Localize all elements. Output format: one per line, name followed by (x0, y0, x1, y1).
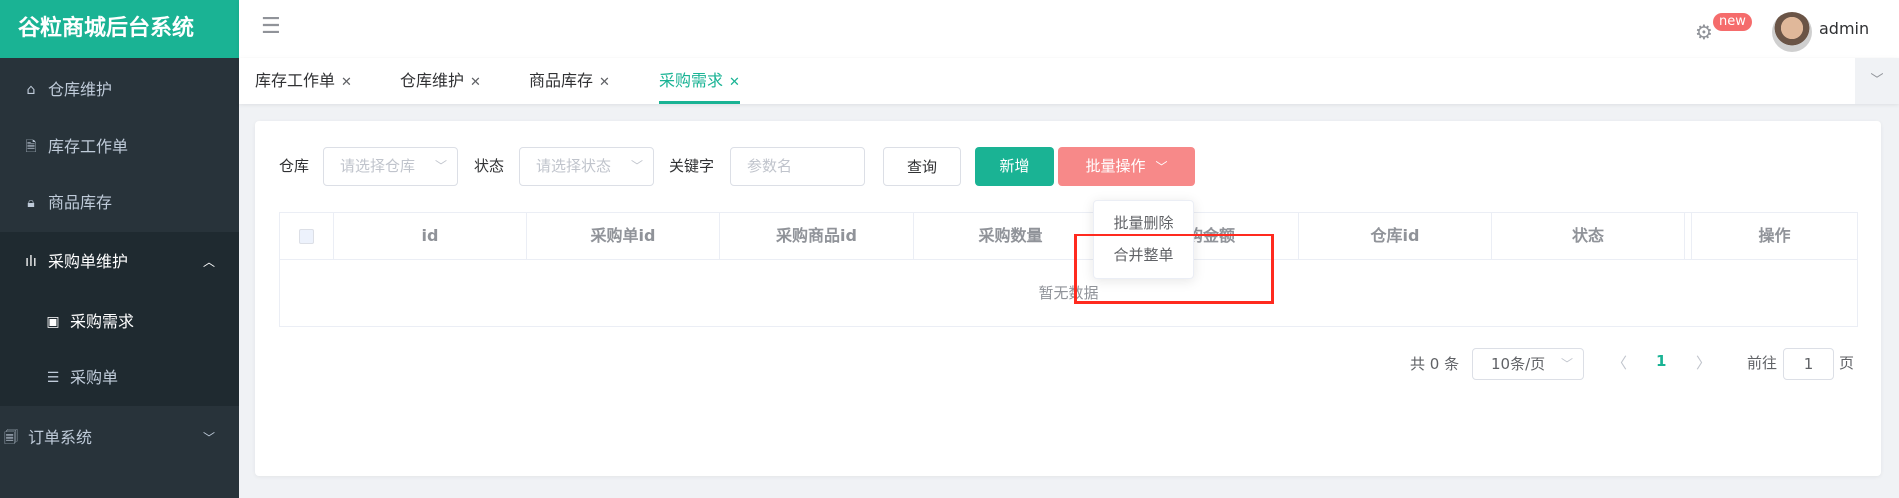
avatar[interactable] (1772, 12, 1812, 52)
top-header: ☰ ⚙ new admin (239, 0, 1899, 58)
order-icon: 🗐 (4, 430, 18, 446)
gear-icon[interactable]: ⚙ (1695, 20, 1713, 44)
column-header[interactable]: 状态 (1492, 212, 1685, 259)
empty-text: 暂无数据 (1038, 284, 1099, 302)
page-size-select[interactable]: 10条/页 ﹀ (1472, 348, 1584, 380)
batch-actions-button[interactable]: 批量操作 ﹀ (1058, 147, 1195, 186)
sidebar-item-orders[interactable]: 🗐 订单系统 ﹀ (0, 418, 239, 458)
sidebar-label: 库存工作单 (48, 137, 129, 156)
tab-stock-task[interactable]: 库存工作单 ✕ (255, 58, 352, 104)
tab-purchase-demand[interactable]: 采购需求 ✕ (659, 58, 740, 104)
column-header[interactable]: 采购商品id (720, 212, 914, 259)
pagination-total: 共 0 条 (1410, 355, 1460, 373)
sidebar-label: 仓库维护 (48, 80, 113, 99)
warehouse-select[interactable]: 请选择仓库 ﹀ (323, 147, 458, 186)
new-badge: new (1713, 13, 1752, 31)
column-header[interactable]: 操作 (1691, 212, 1858, 259)
sidebar-item-sku-stock[interactable]: 🔒︎ 商品库存 (0, 183, 239, 223)
chevron-up-icon: ︿ (202, 255, 215, 269)
goto-page-input[interactable]: 1 (1783, 348, 1834, 380)
warehouse-label: 仓库 (279, 157, 310, 175)
chevron-down-icon: ﹀ (1560, 357, 1573, 371)
column-header[interactable]: 仓库id (1299, 212, 1492, 259)
sidebar-item-purchase-order[interactable]: ☰ 采购单 (0, 358, 239, 398)
hamburger-icon[interactable]: ☰ (261, 14, 281, 39)
goto-label: 前往 (1747, 354, 1778, 372)
tab-label: 库存工作单 (255, 71, 336, 90)
select-all-cell (279, 212, 334, 259)
username[interactable]: admin (1819, 19, 1869, 38)
placeholder: 请选择仓库 (340, 157, 416, 175)
prev-page-icon[interactable]: 〈 (1612, 352, 1627, 373)
select-all-checkbox[interactable] (298, 229, 314, 244)
sidebar-item-purchase[interactable]: ılı 采购单维护 ︿ (0, 242, 239, 282)
chevron-down-icon: ﹀ (434, 159, 447, 173)
chevron-down-icon: ﹀ (202, 431, 215, 445)
lock-icon: 🔒︎ (27, 195, 35, 211)
close-icon[interactable]: ✕ (729, 75, 740, 90)
sidebar: 谷粒商城后台系统 ⌂ 仓库维护 🗎 库存工作单 🔒︎ 商品库存 ılı 采购单维护 ︿ ▣… (0, 0, 239, 498)
window-icon: ▣ (46, 314, 60, 330)
sidebar-item-warehouse[interactable]: ⌂ 仓库维护 (0, 70, 239, 110)
tab-sku-stock[interactable]: 商品库存 ✕ (529, 58, 610, 104)
app-logo-title: 谷粒商城后台系统 (0, 0, 239, 58)
close-icon[interactable]: ✕ (341, 75, 352, 90)
status-label: 状态 (474, 157, 505, 175)
placeholder: 请选择状态 (536, 157, 612, 175)
tab-label: 商品库存 (529, 71, 594, 90)
tab-label: 采购需求 (659, 71, 724, 90)
add-button[interactable]: 新增 (975, 147, 1054, 186)
batch-label: 批量操作 (1085, 157, 1146, 175)
sidebar-item-stock-task[interactable]: 🗎 库存工作单 (0, 127, 239, 167)
sidebar-label: 采购单维护 (48, 252, 129, 271)
next-page-icon[interactable]: 〉 (1696, 352, 1711, 373)
sidebar-label: 订单系统 (28, 428, 93, 447)
sidebar-label: 商品库存 (48, 193, 113, 212)
tab-warehouse[interactable]: 仓库维护 ✕ (400, 58, 481, 104)
chart-icon: ılı (25, 254, 37, 270)
sidebar-label: 采购单 (70, 368, 119, 387)
tabs-more-chevron-icon[interactable]: ﹀ (1855, 58, 1899, 104)
status-select[interactable]: 请选择状态 ﹀ (519, 147, 654, 186)
column-header[interactable]: id (334, 212, 527, 259)
close-icon[interactable]: ✕ (599, 75, 610, 90)
tab-label: 仓库维护 (400, 71, 465, 90)
keyword-label: 关键字 (669, 157, 715, 175)
page-number[interactable]: 1 (1656, 352, 1666, 370)
tabs-bar: 库存工作单 ✕ 仓库维护 ✕ 商品库存 ✕ 采购需求 ✕ ﹀ (239, 58, 1899, 104)
document-icon: 🗎 (25, 139, 37, 155)
list-icon: ☰ (46, 370, 60, 386)
home-icon: ⌂ (26, 82, 36, 98)
chevron-down-icon: ﹀ (1155, 160, 1168, 174)
keyword-input[interactable]: 参数名 (730, 147, 865, 186)
query-button[interactable]: 查询 (883, 147, 961, 186)
sidebar-label: 采购需求 (70, 312, 135, 331)
sidebar-item-purchase-demand[interactable]: ▣ 采购需求 (0, 302, 239, 342)
highlight-box (1074, 234, 1274, 304)
page-size-value: 10条/页 (1491, 355, 1546, 373)
close-icon[interactable]: ✕ (470, 75, 481, 90)
page-suffix: 页 (1839, 354, 1855, 372)
column-header[interactable]: 采购单id (527, 212, 720, 259)
chevron-down-icon: ﹀ (630, 159, 643, 173)
